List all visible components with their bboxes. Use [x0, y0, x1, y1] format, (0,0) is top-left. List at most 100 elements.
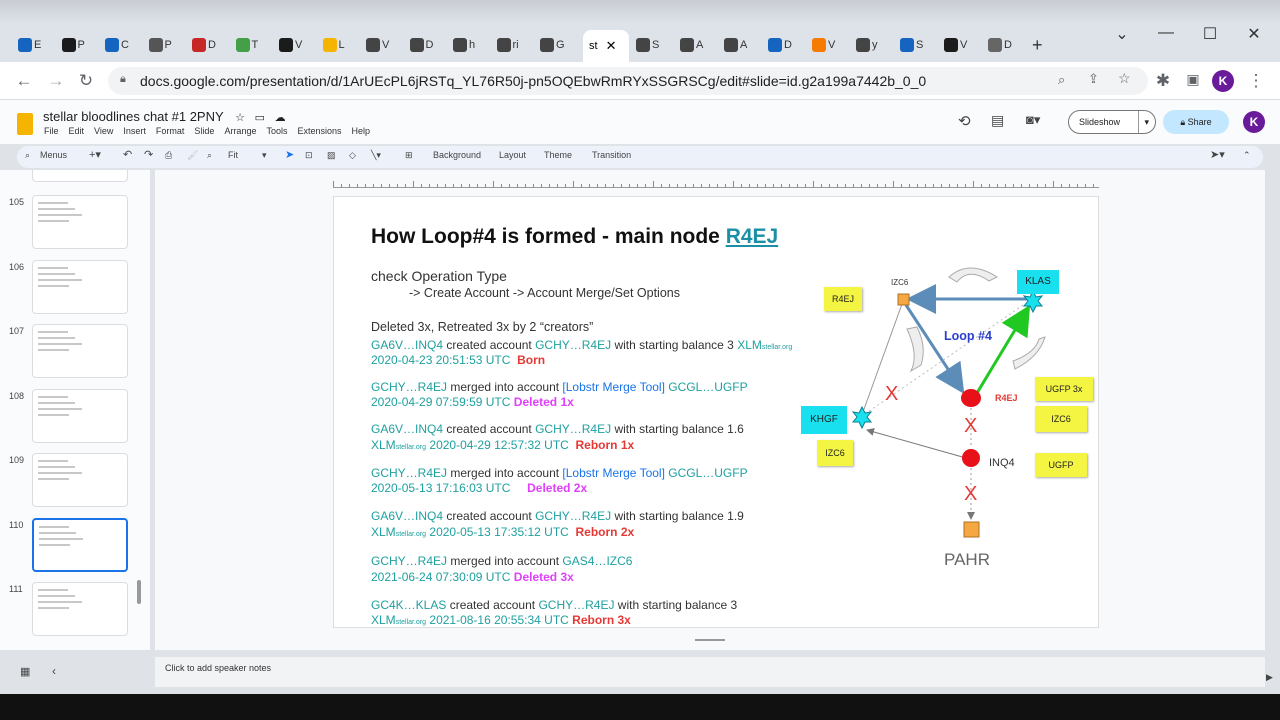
share-page-icon[interactable]: ⇪ — [1088, 71, 1099, 87]
node-inq4[interactable] — [962, 449, 980, 467]
browser-tab[interactable]: A — [680, 34, 714, 56]
shape-icon[interactable]: ◇ — [349, 150, 356, 161]
browser-tab[interactable]: P — [148, 34, 183, 56]
node-pahr[interactable] — [963, 521, 980, 538]
node-izc6[interactable] — [897, 293, 910, 306]
account-link[interactable]: GCHY…R4EJ — [535, 338, 611, 352]
browser-tab[interactable]: y — [856, 34, 890, 56]
collapse-toolbar-icon[interactable]: ⌃ — [1243, 150, 1251, 161]
image-icon[interactable]: ▨ — [327, 150, 336, 161]
account-link[interactable]: GCHY…R4EJ — [371, 466, 447, 480]
sticky-r4ej[interactable]: R4EJ — [824, 287, 862, 311]
browser-tab[interactable]: L — [322, 34, 357, 56]
grid-view-icon[interactable]: ▦ — [20, 665, 30, 678]
side-panel-icon[interactable]: ▣ — [1182, 71, 1204, 88]
slide-thumb[interactable] — [32, 195, 128, 249]
scroll-right-arrow-icon[interactable]: ▶ — [1266, 672, 1273, 683]
sticky-izc6[interactable]: IZC6 — [1035, 406, 1087, 432]
maximize-icon[interactable]: ☐ — [1195, 24, 1225, 44]
print-icon[interactable]: ⎙ — [165, 150, 172, 161]
menu-view[interactable]: View — [94, 126, 113, 136]
menu-format[interactable]: Format — [156, 126, 185, 136]
browser-tab[interactable]: S — [900, 34, 934, 56]
transition-button[interactable]: Transition — [592, 150, 631, 160]
speaker-notes[interactable]: Click to add speaker notes — [155, 657, 1265, 687]
zoom-icon[interactable]: ⌕ — [1058, 72, 1065, 88]
slide-title[interactable]: How Loop#4 is formed - main node R4EJ — [371, 225, 778, 249]
zoom-chevron-icon[interactable]: ▾ — [262, 150, 267, 161]
chevron-down-icon[interactable]: ▾ — [1138, 111, 1149, 133]
slide-thumb[interactable] — [32, 517, 128, 572]
search-menus-icon[interactable]: ⌕ — [25, 150, 30, 161]
document-title-text[interactable]: stellar bloodlines chat #1 2PNY — [43, 109, 223, 124]
label-khgf[interactable]: KHGF — [801, 406, 847, 434]
account-link[interactable]: GCGL…UGFP — [665, 380, 747, 394]
menu-insert[interactable]: Insert — [123, 126, 146, 136]
browser-menu-icon[interactable]: ⋮ — [1245, 71, 1267, 91]
sticky-ugfp[interactable]: UGFP — [1035, 453, 1087, 477]
menu-slide[interactable]: Slide — [194, 126, 214, 136]
account-link[interactable]: GCHY…R4EJ — [535, 422, 611, 436]
account-link[interactable]: GCHY…R4EJ — [535, 509, 611, 523]
browser-tab[interactable]: C — [105, 34, 139, 56]
browser-tab[interactable]: h — [453, 34, 487, 56]
slide-title-link[interactable]: R4EJ — [726, 225, 779, 248]
browser-tab[interactable]: T — [235, 34, 270, 56]
slides-logo-icon[interactable] — [17, 113, 33, 135]
slide-thumb[interactable] — [32, 582, 128, 636]
browser-tab[interactable]: P — [61, 34, 96, 56]
zoom-icon-toolbar[interactable]: ⌕ — [207, 150, 212, 161]
menu-extensions[interactable]: Extensions — [297, 126, 341, 136]
browser-tab[interactable]: D — [988, 34, 1022, 56]
text-box-icon[interactable]: ⊡ — [305, 150, 313, 161]
theme-button[interactable]: Theme — [544, 150, 572, 160]
url-box[interactable]: 🔒︎ docs.google.com/presentation/d/1ArUEc… — [108, 67, 1148, 95]
new-tab-button[interactable]: + — [1032, 34, 1066, 56]
comment-add-icon[interactable]: ⊞ — [405, 150, 413, 161]
browser-tab[interactable]: A — [724, 34, 758, 56]
browser-tab[interactable]: V — [366, 34, 400, 56]
select-cursor-icon[interactable]: ➤ — [285, 148, 294, 161]
slide-thumb[interactable] — [32, 259, 128, 314]
share-button[interactable]: 🔒︎ Share — [1163, 110, 1229, 134]
layout-button[interactable]: Layout — [499, 150, 526, 160]
resize-handle[interactable] — [695, 639, 725, 641]
pointer-mode-icon[interactable]: ➤▾ — [1210, 148, 1225, 161]
reload-icon[interactable]: ↻ — [75, 71, 97, 91]
menu-file[interactable]: File — [44, 126, 59, 136]
speaker-notes-placeholder[interactable]: Click to add speaker notes — [165, 663, 271, 673]
forward-icon[interactable]: → — [45, 71, 67, 91]
browser-tab[interactable]: ri — [496, 34, 531, 56]
menu-edit[interactable]: Edit — [69, 126, 85, 136]
account-link[interactable]: GCGL…UGFP — [665, 466, 747, 480]
browser-tab[interactable]: D — [409, 34, 444, 56]
slideshow-button[interactable]: Slideshow ▾ — [1068, 110, 1156, 134]
redo-icon[interactable]: ↷ — [144, 148, 153, 161]
sticky-ugfp-3x[interactable]: UGFP 3x — [1035, 377, 1093, 401]
history-icon[interactable]: ⟲ — [958, 112, 971, 130]
bookmark-star-icon[interactable]: ☆ — [1118, 70, 1131, 87]
slide-thumb[interactable] — [32, 388, 128, 443]
account-link[interactable]: GC4K…KLAS — [371, 598, 446, 612]
filmstrip-scrollbar[interactable] — [137, 580, 141, 604]
undo-icon[interactable]: ↶ — [123, 148, 132, 161]
browser-tab[interactable]: V — [944, 34, 978, 56]
collapse-panel-icon[interactable]: ‹ — [52, 664, 56, 678]
account-link[interactable]: GCHY…R4EJ — [371, 554, 447, 568]
slide-thumb[interactable] — [32, 324, 128, 378]
extensions-icon[interactable]: ✱ — [1152, 71, 1174, 91]
browser-tab[interactable]: G — [540, 34, 574, 56]
node-r4ej[interactable] — [961, 389, 981, 407]
tab-close-icon[interactable]: ✕ — [606, 38, 617, 54]
search-menus[interactable]: Menus — [40, 150, 67, 160]
document-title[interactable]: stellar bloodlines chat #1 2PNY ☆ ▭ ☁ — [43, 109, 286, 124]
tab-search-icon[interactable]: ⌄ — [1107, 24, 1137, 44]
tab-active[interactable]: st ✕ — [583, 30, 629, 62]
account-link[interactable]: GCHY…R4EJ — [538, 598, 614, 612]
account-link[interactable]: GA6V…INQ4 — [371, 509, 443, 523]
account-link[interactable]: GA6V…INQ4 — [371, 422, 443, 436]
close-window-icon[interactable]: ✕ — [1239, 24, 1269, 44]
slide-thumb[interactable] — [32, 453, 128, 507]
node-khgf-star[interactable] — [851, 405, 873, 430]
label-klas[interactable]: KLAS — [1017, 270, 1059, 294]
